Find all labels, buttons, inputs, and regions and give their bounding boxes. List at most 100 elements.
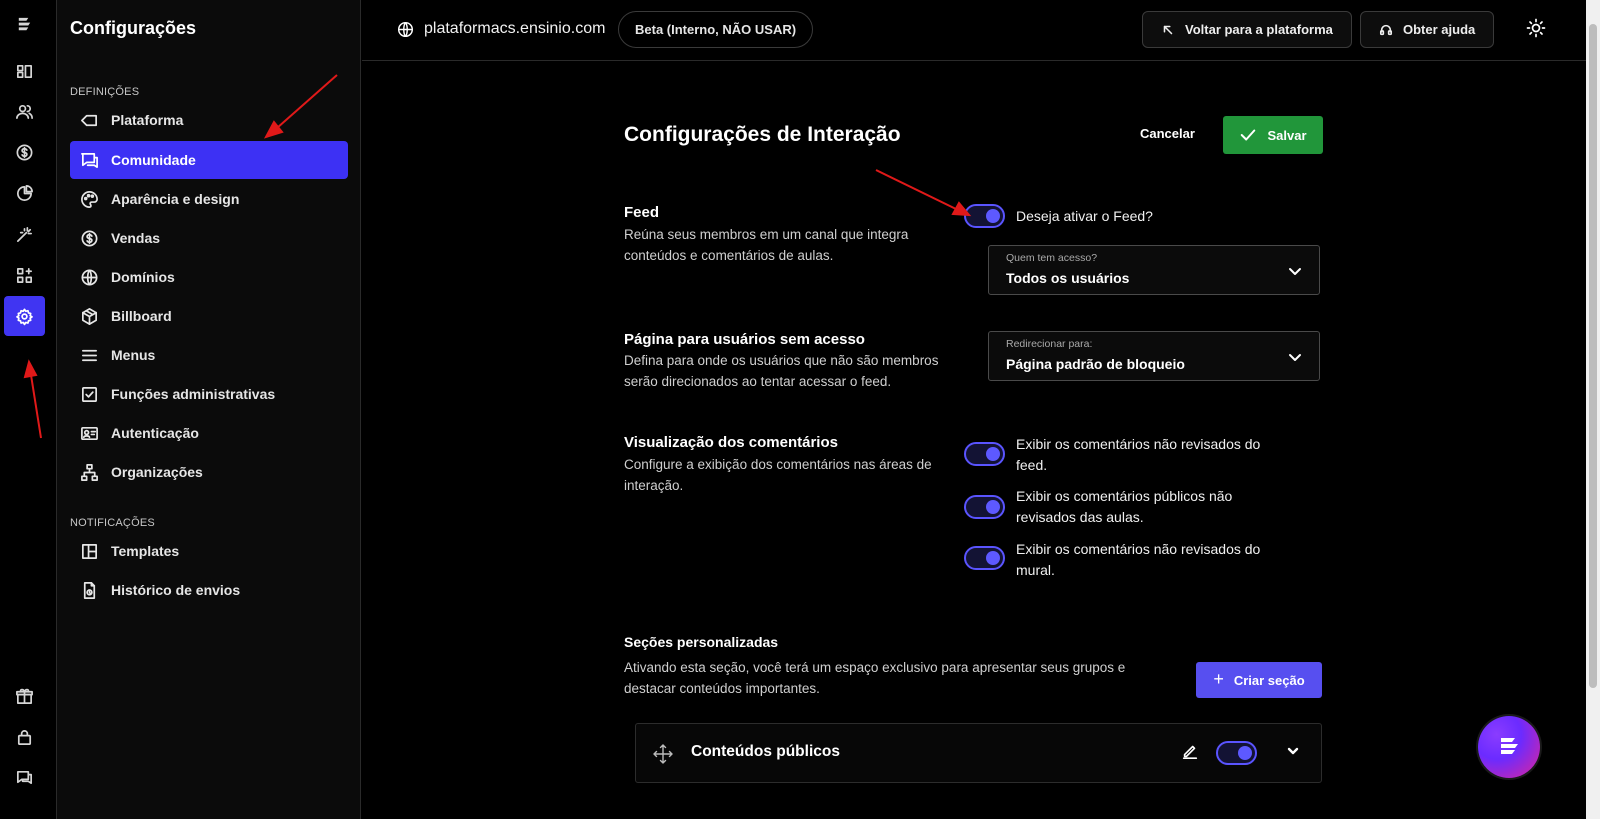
select-value: Todos os usuários xyxy=(1006,270,1130,286)
domain-link[interactable]: plataformacs.ensinio.com xyxy=(397,20,605,38)
file-clock-icon xyxy=(83,581,96,599)
section-card-toggle[interactable] xyxy=(1216,741,1257,765)
sales-dollar-icon[interactable] xyxy=(4,132,45,172)
create-section-label: Criar seção xyxy=(1233,672,1305,688)
feed-toggle-label: Deseja ativar o Feed? xyxy=(1016,208,1153,224)
comments-feed-label: Exibir os comentários não revisados do f… xyxy=(1016,436,1261,473)
toggle-knob xyxy=(986,500,1000,514)
custom-section-card: Conteúdos públicos xyxy=(635,723,1322,783)
redirect-select[interactable]: Redirecionar para: Página padrão de bloq… xyxy=(988,331,1320,381)
sidebar-item-label: Histórico de envios xyxy=(111,582,241,598)
settings-gear-icon[interactable] xyxy=(4,296,45,336)
headset-icon xyxy=(1379,24,1393,35)
sidebar-item-label: Menus xyxy=(111,347,156,363)
sidebar-item-billboard[interactable]: Billboard xyxy=(70,297,348,335)
id-card-icon xyxy=(81,426,98,440)
apps-icon[interactable] xyxy=(4,255,45,295)
chat-icon xyxy=(81,152,98,168)
sidebar-item-label: Domínios xyxy=(111,269,175,285)
theme-toggle-sun-icon[interactable] xyxy=(1526,18,1548,40)
sidebar-item-label: Templates xyxy=(111,543,180,559)
sidebar-item-label: Autenticação xyxy=(111,425,199,441)
check-icon xyxy=(1241,129,1256,141)
sidebar-item-comunidade[interactable]: Comunidade xyxy=(70,141,348,179)
sidebar-item-organizacoes[interactable]: Organizações xyxy=(70,453,348,491)
no-access-title: Página para usuários sem acesso xyxy=(624,331,865,348)
select-label: Quem tem acesso? xyxy=(1006,252,1098,264)
sidebar-item-funcoes[interactable]: Funções administrativas xyxy=(70,375,348,413)
sidebar-item-aparencia[interactable]: Aparência e design xyxy=(70,180,348,218)
sidebar-item-templates[interactable]: Templates xyxy=(70,532,348,570)
comments-title: Visualização dos comentários xyxy=(624,434,838,451)
domain-text: plataformacs.ensinio.com xyxy=(424,20,606,37)
sidebar-item-menus[interactable]: Menus xyxy=(70,336,348,374)
beta-badge: Beta (Interno, NÃO USAR) xyxy=(618,11,814,48)
menu-icon xyxy=(81,349,98,361)
feed-title: Feed xyxy=(624,204,660,221)
toggle-knob xyxy=(986,209,1000,223)
globe-icon xyxy=(81,269,98,285)
dashboard-icon[interactable] xyxy=(4,51,45,91)
sidebar-item-label: Funções administrativas xyxy=(111,386,276,402)
arrow-up-left-icon xyxy=(1163,25,1173,34)
ensinio-logo-icon xyxy=(1501,738,1518,754)
box-icon xyxy=(81,307,98,325)
sidebar-item-label: Organizações xyxy=(111,464,203,480)
sidebar-item-label: Plataforma xyxy=(111,112,184,128)
comments-mural-toggle[interactable] xyxy=(964,546,1005,570)
feed-toggle[interactable] xyxy=(964,204,1005,228)
messages-icon[interactable] xyxy=(4,757,45,797)
no-access-description: Defina para onde os usuários que não são… xyxy=(624,353,939,389)
sidebar-item-label: Aparência e design xyxy=(111,191,240,207)
back-button-label: Voltar para a plataforma xyxy=(1185,22,1333,37)
expand-chevron-icon[interactable] xyxy=(1286,744,1302,760)
sidebar-item-vendas[interactable]: Vendas xyxy=(70,219,348,257)
users-icon[interactable] xyxy=(4,91,45,131)
gift-icon[interactable] xyxy=(4,676,45,716)
comments-feed-toggle[interactable] xyxy=(964,442,1005,466)
feed-access-select[interactable]: Quem tem acesso? Todos os usuários xyxy=(988,245,1320,295)
sidebar-item-label: Comunidade xyxy=(111,152,196,168)
settings-sidebar: Configurações DEFINIÇÕES Plataforma Comu… xyxy=(57,0,361,819)
back-to-platform-button[interactable]: Voltar para a plataforma xyxy=(1142,11,1352,48)
page-title: Configurações de Interação xyxy=(624,123,901,146)
custom-sections-title: Seções personalizadas xyxy=(624,634,779,650)
tag-icon xyxy=(81,114,98,126)
plus-icon: + xyxy=(1213,668,1224,689)
comments-description: Configure a exibição dos comentários nas… xyxy=(624,457,932,493)
help-button-label: Obter ajuda xyxy=(1403,22,1476,37)
chevron-down-icon xyxy=(1289,354,1301,361)
toggle-knob xyxy=(986,447,1000,461)
comments-lessons-toggle[interactable] xyxy=(964,495,1005,519)
icon-rail xyxy=(0,0,57,819)
sidebar-item-historico[interactable]: Histórico de envios xyxy=(70,571,348,609)
sidebar-item-label: Vendas xyxy=(111,230,161,246)
scrollbar[interactable] xyxy=(1586,0,1600,819)
shopping-bag-icon[interactable] xyxy=(4,717,45,757)
magic-wand-icon[interactable] xyxy=(4,214,45,254)
ensinio-logo-icon[interactable] xyxy=(4,4,45,44)
cancel-button[interactable]: Cancelar xyxy=(1140,126,1195,141)
sidebar-item-label: Billboard xyxy=(111,308,172,324)
section-notifications-heading: NOTIFICAÇÕES xyxy=(70,517,155,529)
scrollbar-thumb[interactable] xyxy=(1589,24,1597,688)
section-definitions-heading: DEFINIÇÕES xyxy=(70,86,140,98)
interaction-settings-panel: Configurações de Interação Cancelar Salv… xyxy=(362,62,1586,819)
sidebar-item-dominios[interactable]: Domínios xyxy=(70,258,348,296)
toggle-knob xyxy=(986,551,1000,565)
drag-handle-icon[interactable] xyxy=(652,743,674,765)
sidebar-item-plataforma[interactable]: Plataforma xyxy=(70,101,348,139)
create-section-button[interactable]: + Criar seção xyxy=(1196,662,1322,698)
section-card-title: Conteúdos públicos xyxy=(691,743,840,760)
sidebar-item-autenticacao[interactable]: Autenticação xyxy=(70,414,348,452)
custom-sections-description: Ativando esta seção, você terá um espaço… xyxy=(624,660,1126,696)
edit-pencil-icon[interactable] xyxy=(1181,742,1201,762)
sidebar-title: Configurações xyxy=(70,18,197,38)
globe-icon xyxy=(397,21,414,37)
get-help-button[interactable]: Obter ajuda xyxy=(1360,11,1495,48)
reports-pie-icon[interactable] xyxy=(4,173,45,213)
feed-description: Reúna seus membros em um canal que integ… xyxy=(624,227,909,263)
org-chart-icon xyxy=(81,463,98,481)
ensinio-assistant-button[interactable] xyxy=(1478,716,1540,778)
save-button[interactable]: Salvar xyxy=(1223,116,1323,154)
